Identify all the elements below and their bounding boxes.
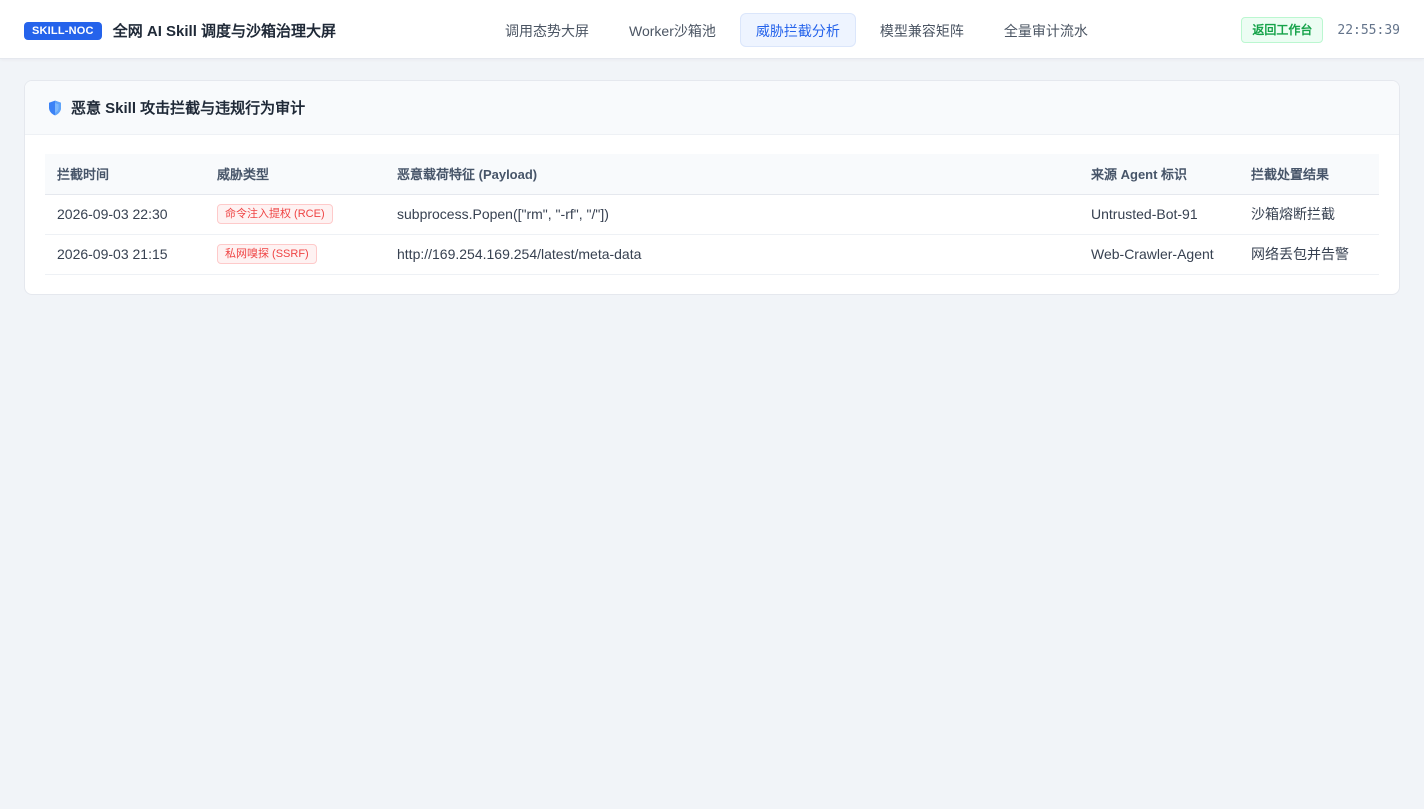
- threat-type-tag: 命令注入提权 (RCE): [217, 204, 333, 224]
- column-header-time: 拦截时间: [45, 154, 205, 195]
- column-header-result: 拦截处置结果: [1239, 154, 1379, 195]
- column-header-payload: 恶意载荷特征 (Payload): [385, 154, 1079, 195]
- cell-agent: Web-Crawler-Agent: [1079, 234, 1239, 275]
- tab-threat-interception[interactable]: 威胁拦截分析: [739, 13, 856, 47]
- threat-table: 拦截时间 威胁类型 恶意载荷特征 (Payload) 来源 Agent 标识 拦…: [45, 154, 1379, 275]
- threat-audit-panel: 恶意 Skill 攻击拦截与违规行为审计 拦截时间 威胁类型 恶意载荷特征 (P…: [24, 80, 1400, 295]
- table-row: 2026-09-03 21:15 私网嗅探 (SSRF) http://169.…: [45, 234, 1379, 275]
- back-to-workbench-button[interactable]: 返回工作台: [1241, 17, 1324, 43]
- cell-result: 网络丢包并告警: [1239, 234, 1379, 275]
- tab-overview[interactable]: 调用态势大屏: [489, 13, 605, 47]
- column-header-threat-type: 威胁类型: [205, 154, 385, 195]
- threat-table-wrapper: 拦截时间 威胁类型 恶意载荷特征 (Payload) 来源 Agent 标识 拦…: [45, 154, 1379, 275]
- panel-header: 恶意 Skill 攻击拦截与违规行为审计: [25, 81, 1399, 135]
- table-header-row: 拦截时间 威胁类型 恶意载荷特征 (Payload) 来源 Agent 标识 拦…: [45, 154, 1379, 195]
- cell-payload: http://169.254.169.254/latest/meta-data: [385, 234, 1079, 275]
- cell-payload: subprocess.Popen(["rm", "-rf", "/"]): [385, 194, 1079, 235]
- main-nav: 调用态势大屏 Worker沙箱池 威胁拦截分析 模型兼容矩阵 全量审计流水: [489, 13, 1112, 47]
- app-title: 全网 AI Skill 调度与沙箱治理大屏: [112, 23, 337, 40]
- cell-agent: Untrusted-Bot-91: [1079, 194, 1239, 235]
- top-right-area: 返回工作台 22:55:39: [1241, 17, 1400, 43]
- cell-result: 沙箱熔断拦截: [1239, 194, 1379, 235]
- clock: 22:55:39: [1337, 22, 1400, 38]
- shield-icon: [49, 100, 61, 115]
- brand-badge: SKILL-NOC: [24, 21, 102, 40]
- tab-model-compatibility[interactable]: 模型兼容矩阵: [864, 13, 980, 47]
- table-row: 2026-09-03 22:30 命令注入提权 (RCE) subprocess…: [45, 194, 1379, 235]
- brand: SKILL-NOC 全网 AI Skill 调度与沙箱治理大屏: [24, 20, 336, 41]
- tab-audit-log[interactable]: 全量审计流水: [988, 13, 1104, 47]
- top-bar: SKILL-NOC 全网 AI Skill 调度与沙箱治理大屏 调用态势大屏 W…: [0, 0, 1424, 59]
- threat-type-tag: 私网嗅探 (SSRF): [217, 244, 317, 264]
- column-header-agent: 来源 Agent 标识: [1079, 154, 1239, 195]
- cell-time: 2026-09-03 22:30: [45, 194, 205, 235]
- panel-title: 恶意 Skill 攻击拦截与违规行为审计: [71, 100, 306, 117]
- tab-worker-sandbox-pool[interactable]: Worker沙箱池: [613, 13, 732, 47]
- cell-threat-type: 私网嗅探 (SSRF): [205, 234, 385, 275]
- cell-threat-type: 命令注入提权 (RCE): [205, 194, 385, 235]
- cell-time: 2026-09-03 21:15: [45, 234, 205, 275]
